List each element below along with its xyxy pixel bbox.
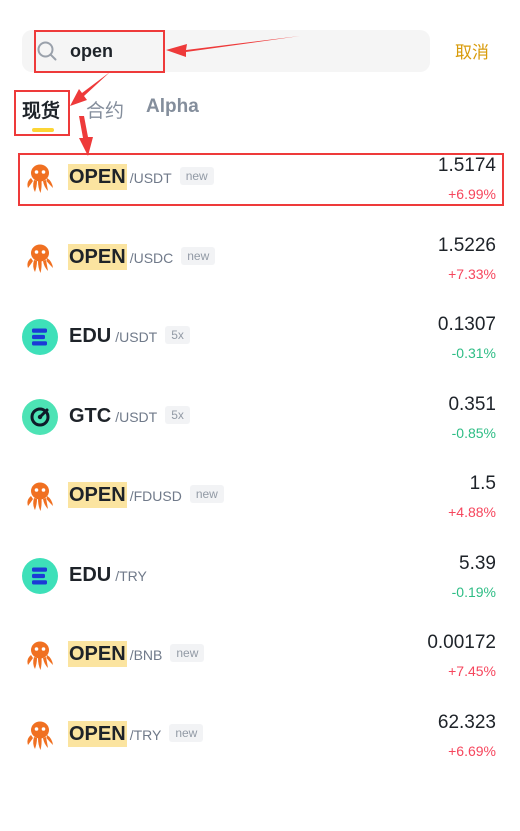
pair-symbol: EDU/USDT 5x bbox=[68, 323, 190, 349]
pair-tag-badge: 5x bbox=[165, 405, 190, 424]
pair-tag-badge: new bbox=[181, 246, 216, 265]
base-asset: OPEN bbox=[68, 720, 127, 747]
quote-asset: /USDT bbox=[115, 329, 158, 345]
tab-spot[interactable]: 现货 bbox=[22, 96, 60, 123]
base-asset: EDU bbox=[69, 563, 112, 586]
last-price: 0.00172 bbox=[427, 632, 496, 653]
edu-icon bbox=[22, 557, 58, 594]
result-row-open-usdt[interactable]: OPEN/USDT new 1.5174 +6.99% bbox=[0, 140, 520, 220]
search-result-list: OPEN/USDT new 1.5174 +6.99% OPEN/USDC new 1.52… bbox=[0, 140, 520, 776]
last-price: 1.5226 bbox=[437, 234, 496, 256]
price-change-percent: -0.85% bbox=[451, 424, 496, 441]
search-icon bbox=[37, 41, 57, 61]
price-change-percent: -0.19% bbox=[451, 583, 496, 600]
pair-symbol: EDU/TRY bbox=[68, 562, 147, 588]
last-price: 1.5174 bbox=[437, 155, 496, 176]
base-asset: OPEN bbox=[68, 482, 127, 508]
base-asset: OPEN bbox=[68, 164, 127, 190]
result-row-open-fdusd[interactable]: OPEN/FDUSD new 1.5 +4.88% bbox=[0, 458, 520, 538]
base-asset: OPEN bbox=[68, 243, 127, 270]
price-change-percent: +7.45% bbox=[448, 663, 496, 679]
price-change-percent: +6.69% bbox=[448, 742, 496, 759]
octopus-icon bbox=[22, 160, 58, 196]
last-price: 0.1307 bbox=[437, 314, 496, 335]
result-row-edu-try[interactable]: EDU/TRY 5.39 -0.19% bbox=[0, 538, 520, 618]
edu-icon bbox=[22, 319, 58, 355]
result-row-open-usdc[interactable]: OPEN/USDC new 1.5226 +7.33% bbox=[0, 220, 520, 300]
quote-asset: /FDUSD bbox=[129, 488, 182, 504]
base-asset: EDU bbox=[69, 325, 112, 347]
octopus-icon bbox=[22, 240, 58, 276]
pair-symbol: OPEN/USDC new bbox=[68, 243, 216, 270]
octopus-icon bbox=[22, 637, 58, 673]
quote-asset: /TRY bbox=[129, 726, 162, 743]
market-tabs: 现货 合约 Alpha bbox=[0, 92, 520, 138]
tab-alpha[interactable]: Alpha bbox=[146, 96, 199, 118]
price-change-percent: +4.88% bbox=[448, 504, 496, 520]
price-change-percent: +7.33% bbox=[448, 265, 496, 282]
active-tab-indicator bbox=[32, 128, 54, 132]
result-row-gtc-usdt[interactable]: GTC/USDT 5x 0.351 -0.85% bbox=[0, 379, 520, 459]
pair-tag-badge: new bbox=[189, 485, 224, 503]
gtc-icon bbox=[22, 398, 58, 435]
search-header: 取消 bbox=[0, 0, 520, 90]
base-asset: OPEN bbox=[68, 641, 127, 667]
last-price: 5.39 bbox=[459, 552, 496, 574]
pair-symbol: OPEN/TRY new bbox=[68, 720, 204, 747]
search-input[interactable] bbox=[70, 37, 410, 65]
result-row-open-try[interactable]: OPEN/TRY new 62.323 +6.69% bbox=[0, 697, 520, 777]
last-price: 1.5 bbox=[469, 473, 496, 494]
quote-asset: /TRY bbox=[115, 567, 147, 584]
quote-asset: /BNB bbox=[129, 647, 163, 663]
result-row-edu-usdt[interactable]: EDU/USDT 5x 0.1307 -0.31% bbox=[0, 299, 520, 379]
result-row-open-bnb[interactable]: OPEN/BNB new 0.00172 +7.45% bbox=[0, 617, 520, 697]
price-change-percent: +6.99% bbox=[448, 186, 496, 202]
pair-tag-badge: new bbox=[179, 167, 214, 185]
octopus-icon bbox=[22, 717, 58, 753]
quote-asset: /USDT bbox=[115, 408, 158, 425]
pair-symbol: OPEN/BNB new bbox=[68, 641, 205, 667]
pair-symbol: OPEN/USDT new bbox=[68, 164, 214, 190]
cancel-button[interactable]: 取消 bbox=[455, 38, 489, 63]
pair-symbol: OPEN/FDUSD new bbox=[68, 482, 224, 508]
search-box[interactable] bbox=[22, 30, 430, 72]
base-asset: GTC bbox=[69, 404, 112, 427]
last-price: 0.351 bbox=[448, 393, 496, 415]
quote-asset: /USDC bbox=[129, 249, 174, 266]
pair-tag-badge: new bbox=[169, 723, 204, 742]
last-price: 62.323 bbox=[437, 711, 496, 733]
search-results-page: 取消 现货 合约 Alpha OPEN/USDTnew1.5174+6.99%O… bbox=[0, 0, 520, 831]
pair-tag-badge: 5x bbox=[165, 326, 190, 344]
tab-futures[interactable]: 合约 bbox=[86, 96, 124, 123]
octopus-icon bbox=[22, 478, 58, 514]
pair-tag-badge: new bbox=[170, 644, 205, 662]
quote-asset: /USDT bbox=[129, 170, 172, 186]
pair-symbol: GTC/USDT 5x bbox=[68, 403, 190, 429]
price-change-percent: -0.31% bbox=[451, 345, 496, 361]
